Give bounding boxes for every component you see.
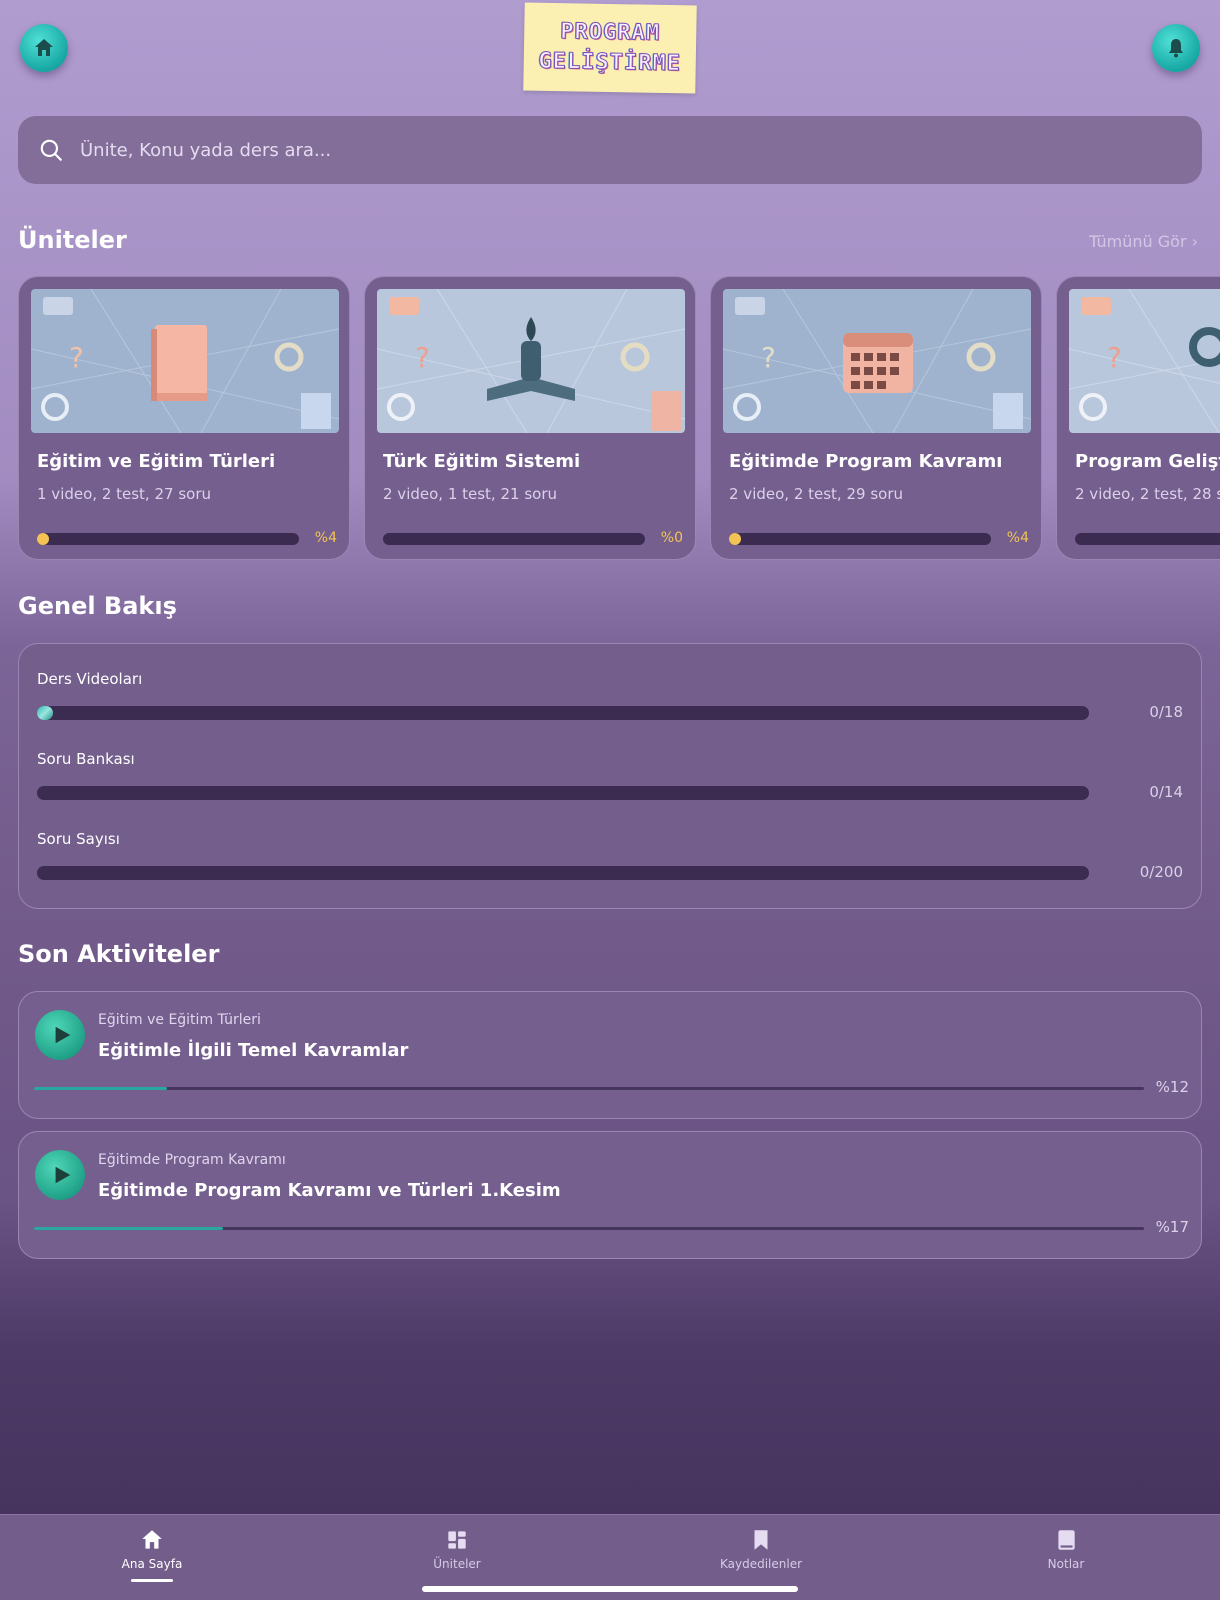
calendar-illustration: ? bbox=[723, 289, 1031, 433]
units-section-title: Üniteler bbox=[18, 226, 127, 254]
unit-percent: %4 bbox=[314, 530, 337, 546]
home-icon bbox=[35, 39, 53, 56]
unit-subtitle: 2 video, 2 test, 28 s bbox=[1075, 485, 1220, 503]
unit-illustration: ? bbox=[1069, 289, 1220, 433]
overview-value-question-bank: 0/14 bbox=[1149, 783, 1183, 801]
overview-value-question-count: 0/200 bbox=[1139, 863, 1183, 881]
nav-label: Notlar bbox=[1047, 1557, 1085, 1571]
search-bar[interactable] bbox=[18, 116, 1202, 184]
overview-label-videos: Ders Videoları bbox=[37, 670, 143, 688]
app-logo: PROGRAM GELİŞTİRME bbox=[523, 2, 697, 94]
active-tab-indicator bbox=[131, 1579, 173, 1582]
activity-progress-fill bbox=[34, 1227, 223, 1230]
activity-item[interactable]: Eğitimde Program Kavramı Eğitimde Progra… bbox=[18, 1131, 1202, 1259]
activity-progress-track bbox=[34, 1227, 1144, 1230]
activity-course: Eğitim ve Eğitim Türleri bbox=[98, 1012, 261, 1028]
unit-progress-track bbox=[729, 533, 991, 545]
activity-title: Eğitimde Program Kavramı ve Türleri 1.Ke… bbox=[98, 1180, 561, 1201]
unit-illustration: ? bbox=[723, 289, 1031, 433]
search-input[interactable] bbox=[78, 138, 1202, 162]
svg-text:?: ? bbox=[1107, 341, 1122, 374]
unit-card[interactable]: ? Program Geliştir 2 video, 2 test, 28 s bbox=[1056, 276, 1220, 560]
activity-item[interactable]: Eğitim ve Eğitim Türleri Eğitimle İlgili… bbox=[18, 991, 1202, 1119]
nav-label: Ana Sayfa bbox=[121, 1557, 183, 1571]
bottom-nav: Ana Sayfa Üniteler Kaydedilenler Notlar bbox=[0, 1514, 1220, 1600]
activity-title: Eğitimle İlgili Temel Kavramlar bbox=[98, 1040, 409, 1061]
bell-icon bbox=[1169, 39, 1183, 58]
unit-card[interactable]: ? Eğitim ve Eğitim Türleri 1 video, 2 te… bbox=[18, 276, 350, 560]
overview-label-question-count: Soru Sayısı bbox=[37, 830, 120, 848]
activity-percent: %17 bbox=[1155, 1218, 1189, 1236]
nav-label: Kaydedilenler bbox=[719, 1557, 803, 1571]
unit-title: Türk Eğitim Sistemi bbox=[383, 451, 581, 472]
unit-subtitle: 2 video, 2 test, 29 soru bbox=[729, 485, 903, 503]
activity-progress-track bbox=[34, 1087, 1144, 1090]
svg-text:?: ? bbox=[415, 341, 430, 374]
grid-icon bbox=[448, 1531, 466, 1549]
nav-item-units[interactable]: Üniteler bbox=[377, 1527, 537, 1571]
unit-progress-track bbox=[1075, 533, 1220, 545]
unit-title: Program Geliştir bbox=[1075, 451, 1220, 472]
play-icon bbox=[55, 1026, 71, 1044]
nav-item-notes[interactable]: Notlar bbox=[986, 1527, 1146, 1571]
bookmark-icon bbox=[754, 1530, 768, 1550]
nav-item-home[interactable]: Ana Sayfa bbox=[72, 1527, 232, 1571]
notifications-button[interactable] bbox=[1152, 24, 1200, 72]
nav-label: Üniteler bbox=[433, 1557, 481, 1571]
svg-text:?: ? bbox=[69, 341, 84, 374]
unit-percent: %0 bbox=[660, 530, 683, 546]
activities-section-title: Son Aktiviteler bbox=[18, 940, 220, 968]
overview-label-question-bank: Soru Bankası bbox=[37, 750, 135, 768]
unit-title: Eğitim ve Eğitim Türleri bbox=[37, 451, 276, 472]
see-all-link[interactable]: Tümünü Gör › bbox=[1089, 232, 1198, 251]
overview-value-videos: 0/18 bbox=[1149, 703, 1183, 721]
logo-line-1: PROGRAM bbox=[560, 19, 661, 47]
home-icon bbox=[142, 1530, 162, 1549]
activity-progress-fill bbox=[34, 1087, 168, 1090]
unit-progress-track bbox=[383, 533, 645, 545]
unit-card[interactable]: ? Türk Eğitim Sistemi 2 video, 1 test, 2… bbox=[364, 276, 696, 560]
home-indicator bbox=[422, 1586, 798, 1592]
torch-book-illustration: ? bbox=[377, 289, 685, 433]
play-button[interactable] bbox=[35, 1150, 85, 1200]
unit-progress-dot bbox=[729, 533, 741, 545]
overview-section-title: Genel Bakış bbox=[18, 592, 177, 620]
overview-knob bbox=[37, 706, 53, 720]
svg-text:?: ? bbox=[761, 341, 776, 374]
book-illustration: ? bbox=[31, 289, 339, 433]
unit-illustration: ? bbox=[31, 289, 339, 433]
overview-track-question-bank bbox=[37, 786, 1089, 800]
unit-progress-track bbox=[37, 533, 299, 545]
unit-percent: %4 bbox=[1006, 530, 1029, 546]
unit-subtitle: 2 video, 1 test, 21 soru bbox=[383, 485, 557, 503]
unit-subtitle: 1 video, 2 test, 27 soru bbox=[37, 485, 211, 503]
activity-course: Eğitimde Program Kavramı bbox=[98, 1152, 286, 1168]
home-button[interactable] bbox=[20, 24, 68, 72]
unit-title: Eğitimde Program Kavramı bbox=[729, 451, 1003, 472]
search-icon bbox=[40, 139, 62, 161]
overview-panel: Ders Videoları 0/18 Soru Bankası 0/14 So… bbox=[18, 643, 1202, 909]
overview-track-question-count bbox=[37, 866, 1089, 880]
overview-track-videos bbox=[37, 706, 1089, 720]
activity-percent: %12 bbox=[1155, 1078, 1189, 1096]
unit-illustration: ? bbox=[377, 289, 685, 433]
play-icon bbox=[55, 1166, 71, 1184]
units-carousel[interactable]: ? Eğitim ve Eğitim Türleri 1 video, 2 te… bbox=[18, 276, 1220, 562]
gear-illustration: ? bbox=[1069, 289, 1220, 433]
nav-item-saved[interactable]: Kaydedilenler bbox=[681, 1527, 841, 1571]
unit-progress-dot bbox=[37, 533, 49, 545]
notebook-icon bbox=[1058, 1530, 1075, 1550]
logo-line-2: GELİŞTİRME bbox=[538, 48, 682, 77]
play-button[interactable] bbox=[35, 1010, 85, 1060]
unit-card[interactable]: ? Eğitimde Program Kavramı 2 video, 2 te… bbox=[710, 276, 1042, 560]
